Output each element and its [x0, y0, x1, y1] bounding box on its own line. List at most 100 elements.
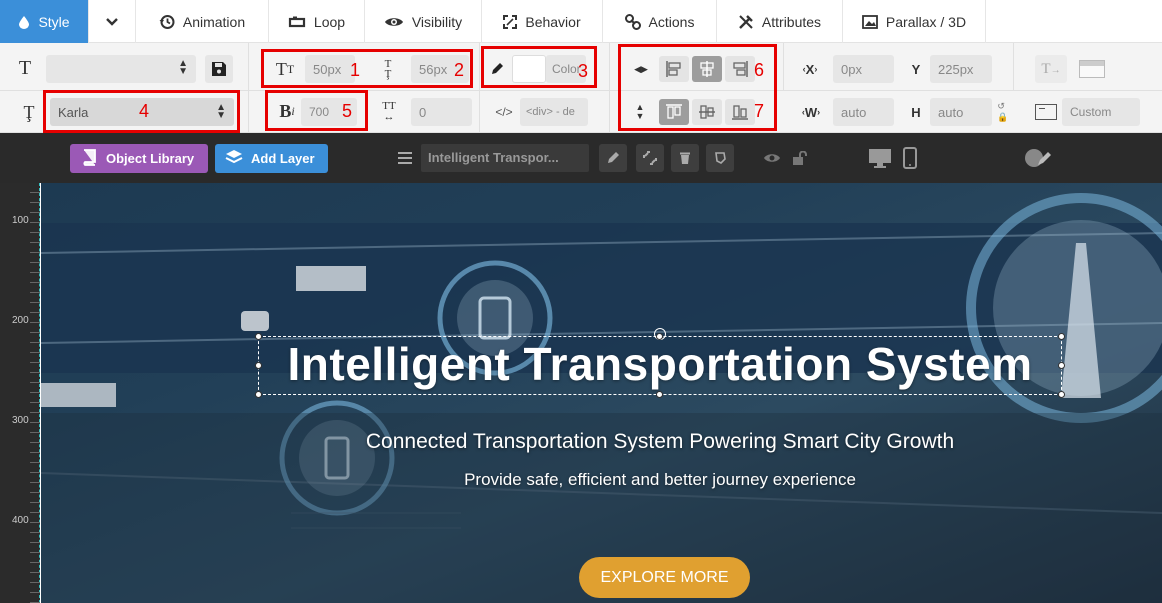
align-bottom-button[interactable]	[725, 99, 755, 125]
add-layer-button[interactable]: Add Layer	[215, 144, 328, 173]
annotation-6: 6	[754, 60, 765, 80]
x-position-label: ‹ X ›	[802, 61, 818, 77]
lock-ratio-icon[interactable]: ↺ 🔒	[997, 99, 1009, 125]
divider	[479, 43, 480, 91]
ruler-tick: 300	[12, 415, 29, 426]
frame-toggle-icon[interactable]	[1079, 60, 1105, 78]
letter-spacing-icon: TT ↔	[382, 100, 396, 123]
vertical-ruler: 100 200 300 400	[0, 183, 40, 603]
text-transform-button[interactable]: T→	[1035, 55, 1067, 83]
brush-icon	[715, 152, 726, 164]
text-transform-icon: T→	[1041, 60, 1061, 77]
width-input[interactable]: auto	[833, 98, 894, 126]
slide-tagline[interactable]: Provide safe, efficient and better journ…	[258, 470, 1062, 490]
divider	[609, 43, 610, 91]
tab-behavior[interactable]: Behavior	[482, 0, 603, 43]
add-layer-label: Add Layer	[251, 151, 315, 166]
ruler-tick: 400	[12, 515, 29, 526]
image-icon	[862, 14, 878, 29]
annotation-5: 5	[342, 101, 353, 121]
chevron-down-icon	[105, 17, 119, 27]
eye-icon	[384, 15, 404, 29]
slide-title[interactable]: Intelligent Transportation System	[258, 337, 1062, 391]
tab-loop[interactable]: Loop	[269, 0, 365, 43]
font-weight-icon: Bi	[279, 100, 295, 121]
html-tag-select[interactable]: <div> - de	[520, 98, 588, 126]
delete-layer-button[interactable]	[671, 144, 699, 172]
font-size-input[interactable]: 50px	[305, 55, 355, 83]
tab-label: Style	[38, 13, 70, 30]
slide-subtitle[interactable]: Connected Transportation System Powering…	[258, 430, 1062, 454]
resize-handle[interactable]	[1058, 391, 1065, 398]
tab-more-dropdown[interactable]	[89, 0, 136, 43]
pencil-icon	[488, 60, 506, 78]
align-top-icon	[666, 104, 682, 119]
global-edit-icon[interactable]	[1022, 145, 1054, 171]
expand-icon	[503, 14, 518, 29]
desktop-view-icon[interactable]	[866, 145, 894, 171]
tab-animation[interactable]: Animation	[136, 0, 269, 43]
layer-name-input[interactable]: Intelligent Transpor...	[421, 144, 589, 172]
style-preset-select[interactable]: ▲ ▼	[46, 55, 196, 83]
tab-parallax[interactable]: Parallax / 3D	[843, 0, 986, 43]
horizontal-arrows-icon: ◀▶	[634, 63, 648, 74]
mobile-view-icon[interactable]	[900, 145, 920, 171]
edit-layer-button[interactable]	[599, 144, 627, 172]
align-right-icon	[733, 61, 748, 77]
updown-icon: ▲ ▼	[216, 102, 226, 121]
style-copy-button[interactable]	[706, 144, 734, 172]
tab-label: Parallax / 3D	[885, 13, 967, 30]
align-left-icon	[666, 61, 681, 77]
align-right-button[interactable]	[725, 56, 755, 82]
font-size-icon: TT	[275, 58, 295, 79]
divider	[248, 91, 249, 133]
align-top-button[interactable]	[659, 99, 689, 125]
resize-handle[interactable]	[255, 391, 262, 398]
updown-icon: ▲ ▼	[178, 58, 188, 77]
resize-mode-select[interactable]: Custom	[1062, 98, 1140, 126]
text-style-icon: T	[18, 56, 32, 79]
save-preset-button[interactable]	[205, 55, 233, 83]
width-label: ‹ W ›	[801, 104, 821, 120]
color-swatch[interactable]	[512, 55, 546, 83]
duplicate-layer-button[interactable]	[636, 144, 664, 172]
tools-icon	[738, 14, 754, 30]
font-family-value: Karla	[58, 104, 89, 120]
letter-spacing-input[interactable]: 0	[411, 98, 472, 126]
font-family-icon: Ţ	[23, 101, 35, 122]
save-icon	[212, 62, 226, 76]
explore-more-button[interactable]: EXPLORE MORE	[579, 557, 750, 598]
align-left-button[interactable]	[659, 56, 689, 82]
duplicate-icon	[643, 151, 657, 165]
tab-visibility[interactable]: Visibility	[365, 0, 482, 43]
tab-label: Actions	[648, 13, 695, 30]
resize-handle[interactable]	[656, 391, 663, 398]
eye-icon[interactable]	[761, 148, 783, 168]
layer-list-icon[interactable]	[394, 148, 416, 168]
resize-mode-icon	[1035, 104, 1057, 120]
ruler-tick: 100	[12, 215, 29, 226]
tab-style[interactable]: Style	[0, 0, 89, 43]
unlock-icon[interactable]	[789, 148, 811, 168]
object-library-button[interactable]: Object Library	[70, 144, 208, 173]
align-bottom-icon	[732, 105, 748, 120]
x-position-input[interactable]: 0px	[833, 55, 894, 83]
y-position-label: Y	[911, 61, 921, 77]
divider	[609, 91, 610, 133]
tab-label: Behavior	[525, 13, 581, 30]
annotation-3: 3	[578, 61, 589, 81]
drop-icon	[18, 15, 30, 29]
annotation-2: 2	[454, 60, 465, 80]
line-height-icon: TŢ	[384, 58, 392, 80]
y-position-input[interactable]: 225px	[930, 55, 992, 83]
tab-attributes[interactable]: Attributes	[717, 0, 843, 43]
align-middle-button[interactable]	[692, 99, 722, 125]
height-input[interactable]: auto	[930, 98, 992, 126]
annotation-1: 1	[350, 60, 361, 80]
align-center-h-button[interactable]	[692, 56, 722, 82]
tab-actions[interactable]: Actions	[603, 0, 717, 43]
annotation-7: 7	[754, 101, 765, 121]
tab-label: Animation	[182, 13, 246, 30]
divider	[248, 43, 249, 91]
vertical-arrows-icon: ▲ ▼	[635, 102, 645, 121]
